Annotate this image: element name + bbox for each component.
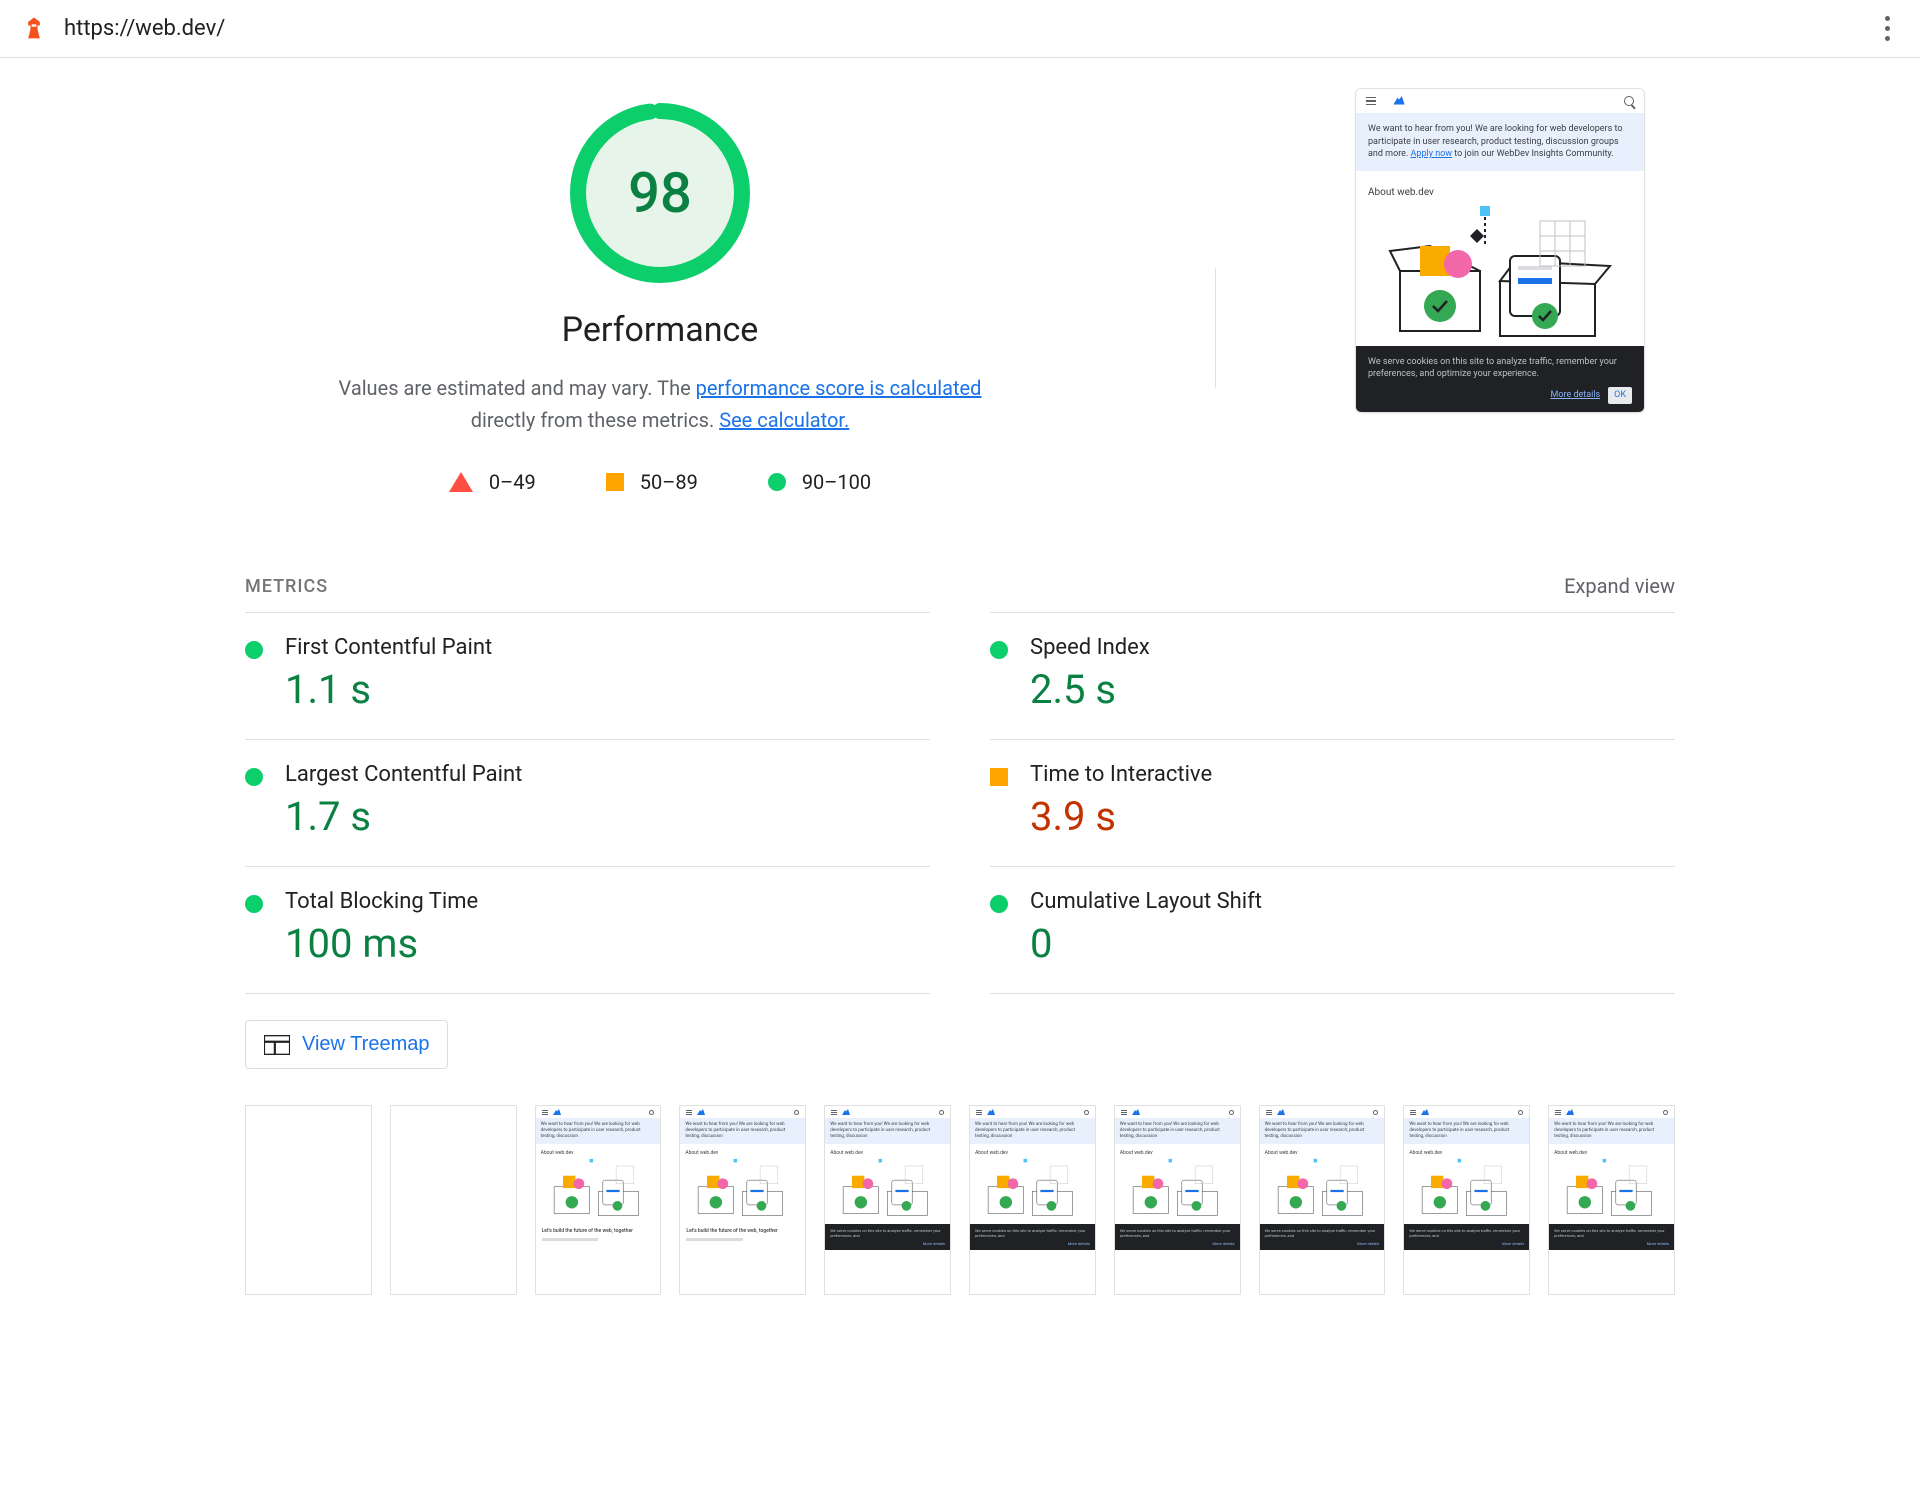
filmstrip-frame[interactable]: [390, 1105, 517, 1295]
metric-value: 2.5 s: [1030, 666, 1150, 713]
report-header: https://web.dev/: [0, 0, 1920, 58]
status-dot: [245, 768, 263, 786]
filmstrip-frame[interactable]: We want to hear from you! We are looking…: [1403, 1105, 1530, 1295]
ok-button: OK: [1608, 387, 1632, 404]
filmstrip-frame[interactable]: We want to hear from you! We are looking…: [1259, 1105, 1386, 1295]
preview-cookie-banner: We serve cookies on this site to analyze…: [1356, 346, 1644, 412]
webdev-logo-icon: [1392, 96, 1406, 106]
page-preview: We want to hear from you! We are looking…: [1355, 88, 1645, 413]
status-dot: [245, 641, 263, 659]
hamburger-icon: [1366, 97, 1376, 106]
calculator-link[interactable]: See calculator.: [719, 408, 849, 432]
filmstrip-frame[interactable]: We want to hear from you! We are looking…: [1114, 1105, 1241, 1295]
metric-name: Cumulative Layout Shift: [1030, 889, 1262, 914]
filmstrip-frame[interactable]: We want to hear from you! We are looking…: [824, 1105, 951, 1295]
preview-banner: We want to hear from you! We are looking…: [1356, 113, 1644, 171]
status-dot: [990, 641, 1008, 659]
filmstrip-frame[interactable]: We want to hear from you! We are looking…: [679, 1105, 806, 1295]
metric-value: 100 ms: [285, 920, 478, 967]
filmstrip: We want to hear from you! We are looking…: [245, 1105, 1675, 1295]
more-details-link: More details: [1550, 389, 1600, 402]
average-icon: [606, 473, 624, 491]
metric-row: Total Blocking Time 100 ms: [245, 866, 930, 994]
filmstrip-frame[interactable]: We want to hear from you! We are looking…: [535, 1105, 662, 1295]
score-calc-link[interactable]: performance score is calculated: [696, 376, 982, 400]
metric-name: Largest Contentful Paint: [285, 762, 522, 787]
status-dot: [990, 768, 1008, 786]
score-legend: 0–49 50–89 90–100: [449, 470, 871, 494]
score-value: 98: [628, 160, 692, 226]
metric-name: Speed Index: [1030, 635, 1150, 660]
metric-value: 0: [1030, 920, 1262, 967]
treemap-icon: [264, 1035, 290, 1055]
fail-icon: [449, 472, 473, 492]
metric-row: Speed Index 2.5 s: [990, 612, 1675, 739]
metrics-heading: METRICS: [245, 576, 328, 597]
metric-row: Time to Interactive 3.9 s: [990, 739, 1675, 866]
metric-name: First Contentful Paint: [285, 635, 492, 660]
metric-row: Largest Contentful Paint 1.7 s: [245, 739, 930, 866]
report-body: 98 Performance Values are estimated and …: [185, 58, 1735, 1335]
more-menu-button[interactable]: [1879, 10, 1896, 47]
preview-illustration: [1356, 206, 1644, 346]
metric-value: 1.7 s: [285, 793, 522, 840]
metric-value: 1.1 s: [285, 666, 492, 713]
filmstrip-frame[interactable]: [245, 1105, 372, 1295]
status-dot: [990, 895, 1008, 913]
status-dot: [245, 895, 263, 913]
performance-summary: 98 Performance Values are estimated and …: [105, 88, 1215, 494]
preview-about-heading: About web.dev: [1356, 171, 1644, 206]
metric-row: Cumulative Layout Shift 0: [990, 866, 1675, 994]
metric-name: Time to Interactive: [1030, 762, 1212, 787]
filmstrip-frame[interactable]: We want to hear from you! We are looking…: [1548, 1105, 1675, 1295]
metric-value: 3.9 s: [1030, 793, 1212, 840]
expand-view-toggle[interactable]: Expand view: [1564, 574, 1675, 598]
metric-row: First Contentful Paint 1.1 s: [245, 612, 930, 739]
pass-icon: [768, 473, 786, 491]
view-treemap-button[interactable]: View Treemap: [245, 1020, 448, 1069]
filmstrip-frame[interactable]: We want to hear from you! We are looking…: [969, 1105, 1096, 1295]
page-url: https://web.dev/: [64, 16, 225, 41]
metric-name: Total Blocking Time: [285, 889, 478, 914]
lighthouse-icon: [20, 15, 48, 43]
score-description: Values are estimated and may vary. The p…: [330, 372, 990, 436]
search-icon: [1624, 96, 1634, 106]
score-category-label: Performance: [562, 310, 759, 350]
score-gauge: 98: [565, 98, 755, 288]
